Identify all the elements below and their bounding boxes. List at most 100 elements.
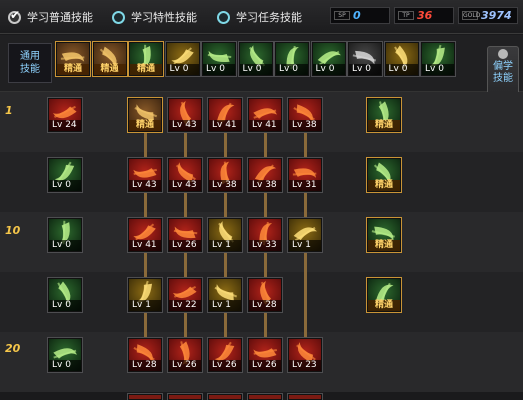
skill-level-label: Lv 26 — [169, 360, 201, 371]
tree-skill-slot[interactable]: Lv 26 — [168, 218, 202, 252]
tree-skill-slot[interactable]: Lv 41 — [208, 98, 242, 132]
skill-level-label: Lv 0 — [385, 64, 418, 75]
tree-skill-slot[interactable]: Lv 1 — [208, 218, 242, 252]
tree-skill-slot[interactable]: Lv 1 — [208, 278, 242, 312]
tree-skill-slot[interactable]: 精通 — [367, 278, 401, 312]
common-label-line1: 通用 — [20, 51, 40, 62]
common-skills-label: 通用 技能 — [8, 43, 52, 83]
tree-skill-slot[interactable]: Lv 22 — [168, 278, 202, 312]
partial-skill-slot — [128, 394, 162, 400]
skill-level-label: Lv 38 — [249, 180, 281, 191]
tree-skill-slot[interactable]: Lv 41 — [248, 98, 282, 132]
common-skill-slot[interactable]: Lv 0 — [238, 42, 273, 76]
skill-level-label: Lv 38 — [289, 120, 321, 131]
skill-level-label: Lv 0 — [312, 64, 345, 75]
tree-skill-slot[interactable]: Lv 24 — [48, 98, 82, 132]
partial-skill-slot — [248, 394, 282, 400]
skill-level-label: Lv 0 — [49, 240, 81, 251]
skill-level-label: Lv 0 — [349, 64, 381, 75]
top-bar: 学习普通技能 学习特性技能 学习任务技能 SP 0 TP 36 GOLD 397… — [0, 0, 523, 34]
tab-normal-skills[interactable]: 学习普通技能 — [8, 8, 93, 26]
tab-normal-label: 学习普通技能 — [27, 11, 93, 24]
skill-level-label: Lv 28 — [249, 300, 281, 311]
skill-level-label: 精通 — [129, 120, 161, 131]
tree-skill-slot[interactable]: Lv 1 — [128, 278, 162, 312]
tree-skill-slot[interactable]: Lv 43 — [168, 98, 202, 132]
common-skill-slot[interactable]: 精通 — [56, 42, 90, 76]
tree-skill-slot[interactable]: 精通 — [367, 218, 401, 252]
tab-trait-skills[interactable]: 学习特性技能 — [112, 8, 197, 26]
side-button-line1: 偏学 — [493, 61, 513, 72]
tree-skill-slot[interactable]: Lv 31 — [288, 158, 322, 192]
skill-level-label: Lv 26 — [169, 240, 201, 251]
skill-level-label: Lv 1 — [129, 300, 161, 311]
tree-skill-slot[interactable]: Lv 43 — [168, 158, 202, 192]
skill-level-label: Lv 1 — [209, 300, 241, 311]
common-skill-slot[interactable]: Lv 0 — [348, 42, 382, 76]
skill-level-label: 精通 — [368, 240, 400, 251]
level-mark-10: 10 — [5, 224, 21, 237]
tab-quest-radio[interactable] — [217, 10, 230, 24]
common-skill-slot[interactable]: 精通 — [129, 42, 163, 76]
tree-skill-slot[interactable]: Lv 1 — [288, 218, 322, 252]
tree-skill-slot[interactable]: Lv 26 — [168, 338, 202, 372]
tree-skill-slot[interactable]: Lv 23 — [288, 338, 322, 372]
tree-skill-slot[interactable]: 精通 — [367, 98, 401, 132]
skill-level-label: Lv 0 — [49, 300, 81, 311]
skill-level-label: Lv 0 — [49, 180, 81, 191]
common-skill-slot[interactable]: Lv 0 — [202, 42, 236, 76]
tab-trait-radio[interactable] — [112, 10, 125, 24]
skill-level-label: Lv 43 — [169, 180, 201, 191]
sp-icon: SP — [334, 11, 350, 20]
level-mark-20: 20 — [5, 342, 21, 355]
common-skill-slot[interactable]: Lv 0 — [311, 42, 346, 76]
skill-level-label: Lv 41 — [129, 240, 161, 251]
tree-skill-slot[interactable]: Lv 26 — [248, 338, 282, 372]
skill-level-label: Lv 23 — [289, 360, 321, 371]
tp-counter: TP 36 — [394, 7, 454, 24]
tree-skill-slot[interactable]: Lv 28 — [128, 338, 162, 372]
skill-level-label: Lv 0 — [203, 64, 235, 75]
tree-skill-slot[interactable]: Lv 41 — [128, 218, 162, 252]
sp-counter: SP 0 — [330, 7, 390, 24]
skill-level-label: Lv 41 — [209, 120, 241, 131]
tree-skill-slot[interactable]: Lv 38 — [208, 158, 242, 192]
tree-skill-slot[interactable]: Lv 0 — [48, 218, 82, 252]
skill-level-label: Lv 24 — [49, 120, 81, 131]
common-skill-slot[interactable]: Lv 0 — [384, 42, 419, 76]
tree-skill-slot[interactable]: Lv 26 — [208, 338, 242, 372]
skill-level-label: Lv 0 — [422, 64, 454, 75]
tree-skill-slot[interactable]: Lv 28 — [248, 278, 282, 312]
tree-skill-slot[interactable]: Lv 0 — [48, 338, 82, 372]
tree-skill-slot[interactable]: 精通 — [367, 158, 401, 192]
skill-level-label: Lv 43 — [129, 180, 161, 191]
sp-value: 0 — [353, 9, 361, 22]
tab-quest-skills[interactable]: 学习任务技能 — [217, 8, 302, 26]
tree-skill-slot[interactable]: Lv 38 — [248, 158, 282, 192]
tp-icon: TP — [398, 11, 414, 20]
tree-skill-slot[interactable]: 精通 — [128, 98, 162, 132]
gold-value: 3974 — [481, 9, 512, 22]
tab-normal-radio[interactable] — [8, 8, 21, 24]
side-button-line2: 技能 — [493, 73, 513, 84]
skill-level-label: Lv 31 — [289, 180, 321, 191]
common-label-line2: 技能 — [20, 64, 40, 75]
tree-skill-slot[interactable]: Lv 0 — [48, 278, 82, 312]
skill-level-label: 精通 — [368, 300, 400, 311]
common-skill-slot[interactable]: Lv 0 — [421, 42, 455, 76]
tree-skill-slot[interactable]: Lv 0 — [48, 158, 82, 192]
skill-level-label: Lv 26 — [209, 360, 241, 371]
common-skill-slot[interactable]: 精通 — [92, 42, 127, 76]
skill-level-label: Lv 28 — [129, 360, 161, 371]
toggle-knob-icon — [498, 49, 508, 59]
common-skill-slot[interactable]: Lv 0 — [165, 42, 200, 76]
tree-skill-slot[interactable]: Lv 33 — [248, 218, 282, 252]
tree-skill-slot[interactable]: Lv 38 — [288, 98, 322, 132]
tab-quest-label: 学习任务技能 — [236, 11, 302, 24]
partial-skill-slot — [208, 394, 242, 400]
skill-level-label: Lv 0 — [239, 64, 272, 75]
partial-skill-slot — [288, 394, 322, 400]
tree-skill-slot[interactable]: Lv 43 — [128, 158, 162, 192]
skill-level-label: Lv 22 — [169, 300, 201, 311]
common-skill-slot[interactable]: Lv 0 — [275, 42, 309, 76]
